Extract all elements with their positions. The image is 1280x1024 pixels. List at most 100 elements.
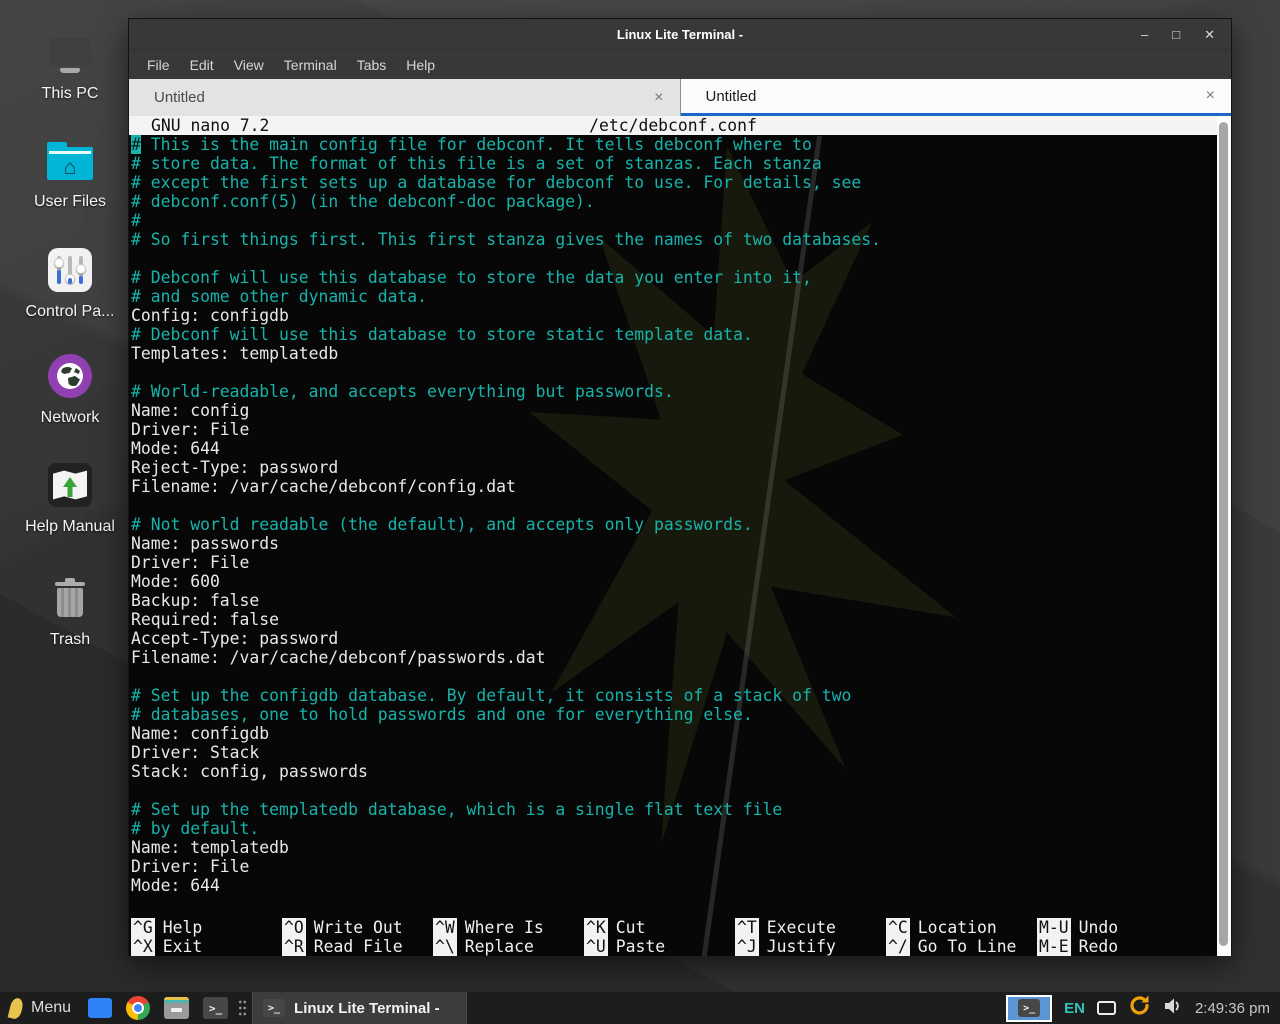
volume-icon[interactable]: [1163, 997, 1183, 1020]
shortcut-key: ^T: [735, 918, 759, 937]
shortcut-label: Where Is: [465, 918, 544, 937]
tab-untitled-1[interactable]: Untitled ×: [129, 79, 681, 116]
keyboard-icon[interactable]: [1097, 1001, 1116, 1015]
editor-line: Filename: /var/cache/debconf/passwords.d…: [131, 648, 1217, 667]
map-arrow-icon: [14, 461, 126, 509]
editor-line: # Not world readable (the default), and …: [131, 515, 1217, 534]
desktop: This PC ⌂ User Files Control Pa...: [0, 0, 1280, 1024]
menu-file[interactable]: File: [137, 57, 180, 73]
tab-close-icon[interactable]: ×: [1206, 87, 1215, 105]
terminal-launcher-icon[interactable]: [203, 997, 228, 1019]
tray-terminal-highlight[interactable]: [1006, 995, 1052, 1022]
desktop-icon-user-files[interactable]: ⌂ User Files: [14, 136, 126, 211]
editor-line: Required: false: [131, 610, 1217, 629]
scrollbar[interactable]: [1217, 116, 1231, 956]
shortcut-label: Execute: [767, 918, 836, 937]
taskbar-separator: [238, 999, 247, 1017]
shortcut-key: ^K: [584, 918, 608, 937]
shortcut-key: ^J: [735, 937, 759, 956]
editor-line: # store data. The format of this file is…: [131, 154, 1217, 173]
task-button-label: Linux Lite Terminal -: [294, 1000, 440, 1017]
nano-shortcut: ^RRead File: [282, 937, 433, 956]
show-desktop-icon[interactable]: [88, 998, 112, 1018]
editor-line: Stack: config, passwords: [131, 762, 1217, 781]
menu-button-label: Menu: [31, 999, 71, 1017]
editor-line: # Set up the configdb database. By defau…: [131, 686, 1217, 705]
minimize-button[interactable]: –: [1141, 28, 1148, 41]
nano-shortcut: ^C Location: [886, 918, 1037, 937]
desktop-icon-help-manual[interactable]: Help Manual: [14, 461, 126, 536]
editor-line: # debconf.conf(5) (in the debconf-doc pa…: [131, 192, 1217, 211]
tab-bar: Untitled × Untitled ×: [129, 79, 1231, 116]
shortcut-key: M-U: [1037, 918, 1071, 937]
desktop-icon-label: This PC: [14, 85, 126, 103]
shortcut-column: ^KCut^UPaste: [584, 918, 735, 956]
tab-untitled-2[interactable]: Untitled ×: [681, 79, 1232, 116]
editor-line: Accept-Type: password: [131, 629, 1217, 648]
computer-icon: [14, 28, 126, 76]
shortcut-label: Location: [918, 918, 997, 937]
menu-view[interactable]: View: [224, 57, 274, 73]
desktop-icon-trash[interactable]: Trash: [14, 574, 126, 649]
keyboard-layout-indicator[interactable]: EN: [1064, 1000, 1085, 1017]
desktop-icon-this-pc[interactable]: This PC: [14, 28, 126, 103]
tab-label: Untitled: [154, 89, 205, 106]
shortcut-label: Help: [163, 918, 202, 937]
editor-line: # Set up the templatedb database, which …: [131, 800, 1217, 819]
editor-line: [131, 781, 1217, 800]
title-bar[interactable]: Linux Lite Terminal - – □ ✕: [129, 19, 1231, 49]
chrome-icon[interactable]: [126, 996, 150, 1020]
editor-line: Mode: 644: [131, 876, 1217, 895]
desktop-icon-control-panel[interactable]: Control Pa...: [14, 246, 126, 321]
shortcut-key: ^C: [886, 918, 910, 937]
terminal-view[interactable]: GNU nano 7.2 /etc/debconf.conf # This is…: [129, 116, 1231, 956]
nano-shortcut-bar: ^GHelp^XExit^OWrite Out^RRead File^W Wher…: [129, 918, 1217, 956]
menu-help[interactable]: Help: [396, 57, 445, 73]
close-button[interactable]: ✕: [1204, 28, 1215, 41]
editor-line: Config: configdb: [131, 306, 1217, 325]
nano-shortcut: ^GHelp: [131, 918, 282, 937]
shortcut-label: Cut: [616, 918, 646, 937]
file-manager-icon[interactable]: [164, 997, 189, 1019]
shortcut-key: ^/: [886, 937, 910, 956]
editor-line: # by default.: [131, 819, 1217, 838]
folder-home-icon: ⌂: [14, 136, 126, 184]
menu-terminal[interactable]: Terminal: [274, 57, 347, 73]
window-title: Linux Lite Terminal -: [129, 27, 1231, 42]
task-button-terminal[interactable]: Linux Lite Terminal -: [252, 992, 467, 1024]
desktop-icon-label: Trash: [14, 631, 126, 649]
nano-shortcut: ^J Justify: [735, 937, 886, 956]
start-menu-button[interactable]: Menu: [0, 992, 81, 1024]
tab-close-icon[interactable]: ×: [654, 89, 663, 107]
desktop-icon-network[interactable]: Network: [14, 352, 126, 427]
clock[interactable]: 2:49:36 pm: [1195, 1000, 1270, 1017]
shortcut-key: ^W: [433, 918, 457, 937]
terminal-window: Linux Lite Terminal - – □ ✕ File Edit Vi…: [128, 18, 1232, 955]
shortcut-column: ^T Execute ^J Justify: [735, 918, 886, 956]
desktop-icon-label: Control Pa...: [14, 303, 126, 321]
editor-line: Filename: /var/cache/debconf/config.dat: [131, 477, 1217, 496]
menu-edit[interactable]: Edit: [180, 57, 224, 73]
tab-label: Untitled: [706, 88, 757, 105]
scrollbar-thumb[interactable]: [1219, 122, 1228, 946]
editor-line: Backup: false: [131, 591, 1217, 610]
text-cursor: #: [131, 135, 141, 154]
updates-icon[interactable]: [1128, 994, 1151, 1022]
linux-lite-logo-icon: [8, 996, 25, 1019]
shortcut-column: ^GHelp^XExit: [131, 918, 282, 956]
editor-line: Driver: File: [131, 553, 1217, 572]
editor-line: Name: configdb: [131, 724, 1217, 743]
shortcut-label: Undo: [1079, 918, 1118, 937]
editor-line: # So first things first. This first stan…: [131, 230, 1217, 249]
maximize-button[interactable]: □: [1172, 28, 1180, 41]
shortcut-label: Justify: [767, 937, 836, 956]
terminal-icon: [1018, 999, 1040, 1017]
menu-tabs[interactable]: Tabs: [347, 57, 397, 73]
shortcut-column: M-UUndoM-ERedo: [1037, 918, 1188, 956]
menu-bar: File Edit View Terminal Tabs Help: [129, 49, 1231, 79]
shortcut-label: Paste: [616, 937, 665, 956]
nano-shortcut: ^\Replace: [433, 937, 584, 956]
nano-editor[interactable]: # This is the main config file for debco…: [129, 135, 1217, 918]
nano-shortcut: ^XExit: [131, 937, 282, 956]
nano-shortcut: ^OWrite Out: [282, 918, 433, 937]
